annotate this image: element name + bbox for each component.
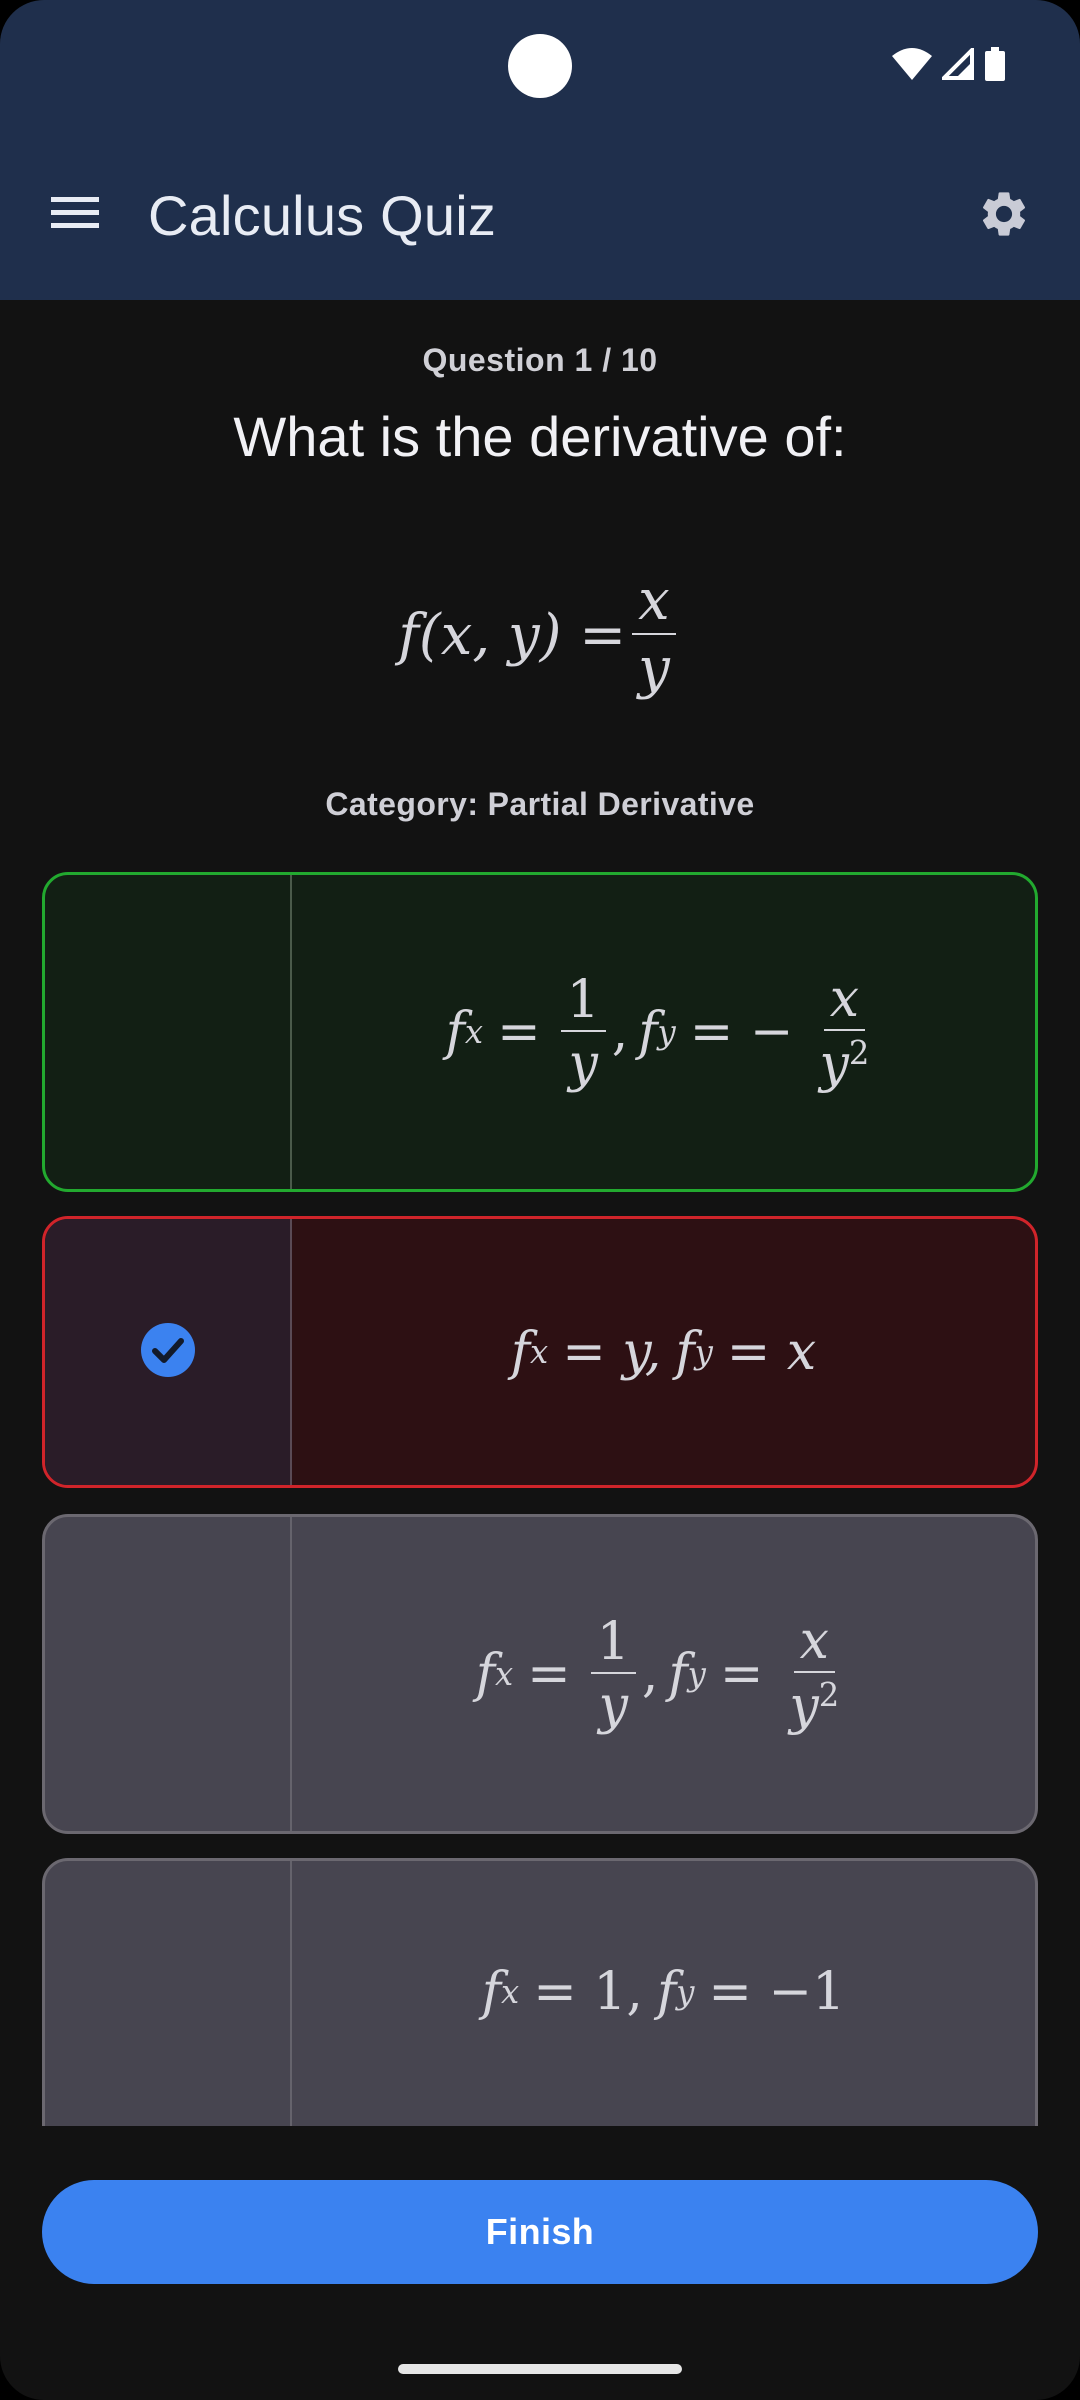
option-3-fraction-2: x y2 — [783, 1615, 845, 1733]
option-1-equals-1: = — [497, 1002, 541, 1062]
option-4-select-area[interactable] — [45, 1861, 292, 2126]
option-4-formula: fx = 1, fy = −1 — [482, 1962, 845, 2022]
option-3-fy-subscript: y — [687, 1655, 706, 1693]
option-3-fraction-1-denominator: y — [598, 1676, 628, 1736]
wifi-icon — [892, 47, 932, 85]
option-4-fy-symbol: f — [656, 1962, 677, 2022]
option-1-fraction-2-exponent: 2 — [848, 1034, 870, 1073]
option-1-fraction-1-numerator: 1 — [560, 974, 606, 1032]
option-1-fraction-2-denominator: y2 — [813, 1031, 875, 1091]
selected-check-icon — [140, 1322, 196, 1383]
option-2-fx-symbol: f — [510, 1322, 531, 1382]
function-formula: f(x, y) = x y — [0, 560, 1080, 710]
option-2-fx-subscript: x — [530, 1333, 549, 1371]
option-3-fraction-1-numerator: 1 — [590, 1616, 636, 1674]
option-1-select-area[interactable] — [45, 875, 292, 1189]
option-2-answer: fx = y, fy = x — [292, 1219, 1035, 1485]
app-screen: Calculus Quiz Question 1 / 10 What is th… — [0, 0, 1080, 2400]
option-3-select-area[interactable] — [45, 1517, 292, 1831]
option-3-formula: fx = 1 y , fy = x y2 — [476, 1615, 852, 1733]
hamburger-menu-icon — [51, 196, 99, 234]
option-3-equals-2: = — [719, 1644, 764, 1704]
function-expression: f(x, y) = x y — [398, 573, 682, 697]
option-2-select-area[interactable] — [45, 1219, 292, 1485]
option-1-formula: fx = 1 y , fy = − x y2 — [446, 973, 882, 1091]
question-prompt: What is the derivative of: — [233, 405, 847, 468]
option-3-fx-symbol: f — [475, 1644, 495, 1704]
option-2-fy-symbol: f — [675, 1322, 695, 1382]
option-3-fraction-2-denominator: y2 — [783, 1673, 845, 1733]
question-category: Category: Partial Derivative — [325, 786, 755, 822]
cellular-signal-icon — [939, 44, 974, 85]
option-1-fraction-1: 1 y — [560, 974, 606, 1094]
option-1-fx-subscript: x — [464, 1013, 484, 1051]
option-2-fx-value: = y, — [562, 1322, 662, 1382]
option-4-fx-value: = 1, — [533, 1962, 643, 2022]
option-3-equals-1: = — [527, 1644, 571, 1704]
option-1-equals-2: = − — [689, 1002, 794, 1062]
option-3-answer: fx = 1 y , fy = x y2 — [292, 1517, 1035, 1831]
option-4-fy-value: = −1 — [708, 1962, 846, 2022]
option-2-fy-subscript: y — [694, 1333, 713, 1371]
option-1-fraction-1-denominator: y — [568, 1034, 598, 1094]
answer-option-2[interactable]: fx = y, fy = x — [42, 1216, 1038, 1488]
option-2-formula: fx = y, fy = x — [511, 1322, 816, 1382]
option-3-fy-symbol: f — [668, 1644, 688, 1704]
option-1-fraction-2-numerator: x — [823, 973, 866, 1032]
answer-option-4[interactable]: fx = 1, fy = −1 — [42, 1858, 1038, 2126]
option-4-fx-subscript: x — [501, 1973, 520, 2011]
menu-button[interactable] — [40, 180, 110, 250]
option-1-fx-symbol: f — [445, 1002, 465, 1062]
home-indicator[interactable] — [398, 2364, 682, 2374]
answer-options-list: fx = 1 y , fy = − x y2 f x = y, f y = x … — [0, 872, 1080, 2126]
status-bar-icons — [892, 42, 1006, 90]
question-counter: Question 1 / 10 — [422, 342, 658, 378]
battery-icon — [984, 46, 1006, 86]
option-3-fx-subscript: x — [494, 1655, 514, 1693]
front-camera — [508, 34, 572, 98]
answer-option-3[interactable]: fx = 1 y , fy = x y2 — [42, 1514, 1038, 1834]
option-3-fraction-2-numerator: x — [793, 1615, 835, 1674]
option-4-fx-symbol: f — [481, 1962, 502, 2022]
function-denominator: y — [638, 636, 670, 701]
function-fraction: x y — [632, 573, 676, 697]
settings-button[interactable] — [968, 180, 1040, 252]
option-2-fy-value: = x — [726, 1322, 817, 1382]
option-3-fraction-2-exponent: 2 — [818, 1676, 840, 1715]
option-1-answer: fx = 1 y , fy = − x y2 — [292, 875, 1035, 1189]
option-4-answer: fx = 1, fy = −1 — [292, 1861, 1035, 2126]
option-1-fraction-2-denominator-base: y — [819, 1034, 849, 1095]
top-app-bar: Calculus Quiz — [0, 0, 1080, 300]
function-numerator: x — [632, 573, 676, 635]
app-title: Calculus Quiz — [148, 184, 497, 247]
option-4-fy-subscript: y — [676, 1973, 695, 2011]
option-3-fraction-1: 1 y — [590, 1616, 636, 1736]
option-1-fy-symbol: f — [638, 1002, 658, 1062]
answer-option-1[interactable]: fx = 1 y , fy = − x y2 — [42, 872, 1038, 1192]
finish-button[interactable]: Finish — [42, 2180, 1038, 2284]
function-lhs: f(x, y) = — [398, 602, 627, 668]
gear-icon — [977, 187, 1031, 246]
option-1-fy-subscript: y — [657, 1013, 676, 1051]
option-1-fraction-2: x y2 — [813, 973, 875, 1091]
option-3-fraction-2-denominator-base: y — [789, 1676, 819, 1737]
